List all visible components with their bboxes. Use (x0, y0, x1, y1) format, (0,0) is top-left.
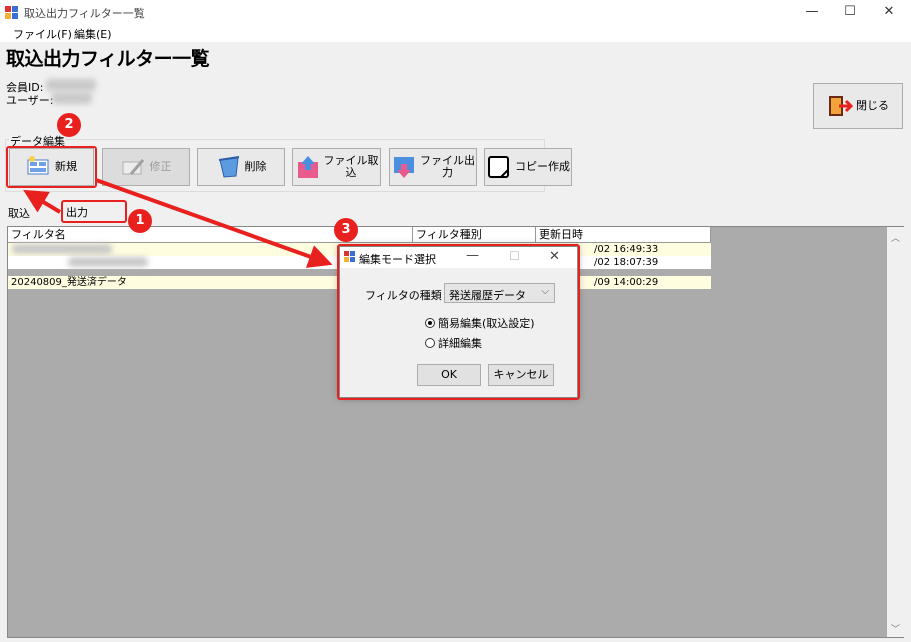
arrow-to-new-button (23, 189, 62, 214)
annotation-arrows (23, 178, 333, 268)
step-badge-2: 2 (57, 113, 81, 137)
step-badge-1: 1 (128, 209, 152, 233)
step-badge-3: 3 (334, 218, 358, 242)
